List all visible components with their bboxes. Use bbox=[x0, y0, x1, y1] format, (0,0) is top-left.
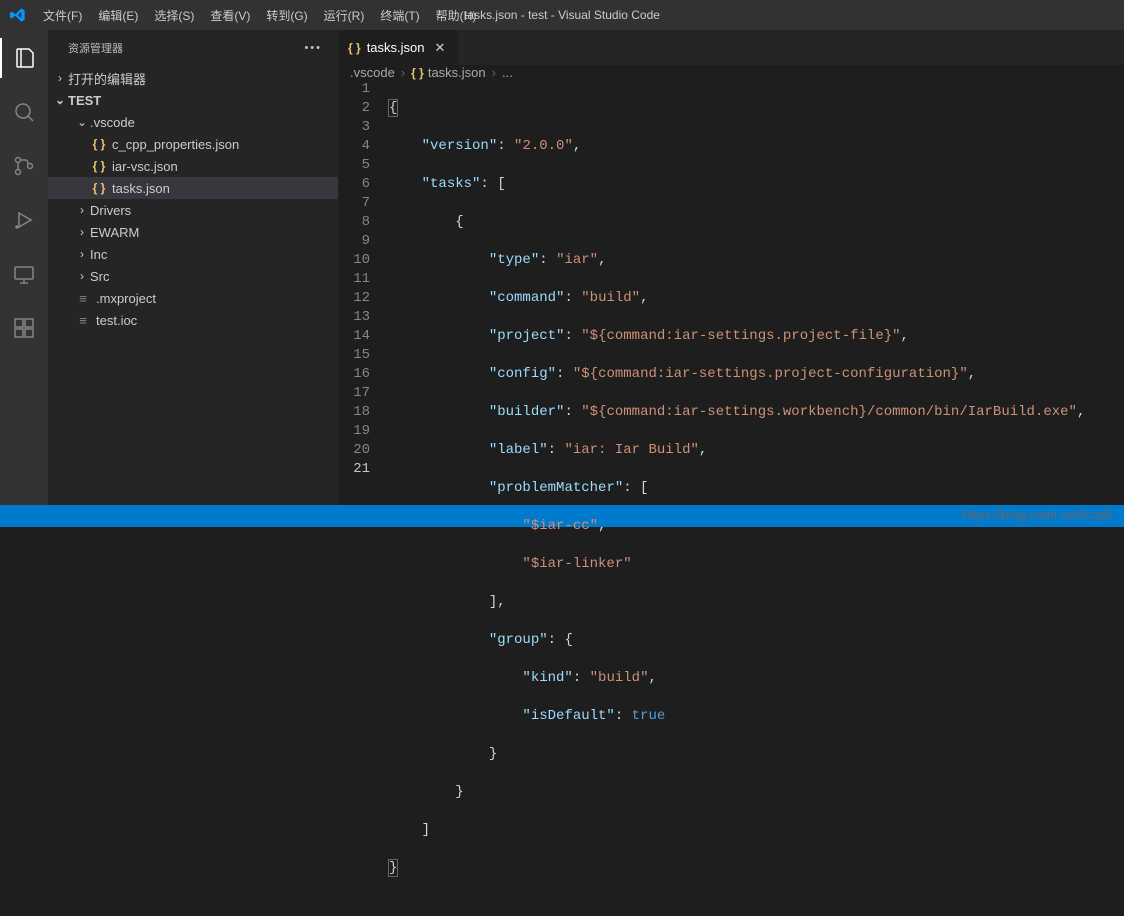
tree-file-iarvsc[interactable]: { } iar-vsc.json bbox=[48, 155, 338, 177]
breadcrumb-item[interactable]: tasks.json bbox=[428, 65, 486, 80]
chevron-right-icon: › bbox=[74, 225, 90, 239]
chevron-down-icon: ⌄ bbox=[74, 115, 90, 129]
tree-folder-src[interactable]: › Src bbox=[48, 265, 338, 287]
breadcrumbs[interactable]: .vscode › { } tasks.json › ... bbox=[338, 65, 1124, 80]
chevron-right-icon: › bbox=[492, 65, 496, 80]
tree-label: iar-vsc.json bbox=[112, 159, 178, 174]
menu-terminal[interactable]: 终端(T) bbox=[372, 3, 427, 28]
menu-run[interactable]: 运行(R) bbox=[316, 3, 373, 28]
file-icon: ≡ bbox=[74, 313, 92, 328]
tree-label: Src bbox=[90, 269, 110, 284]
tab-label: tasks.json bbox=[367, 40, 425, 55]
extensions-icon[interactable] bbox=[0, 308, 48, 348]
source-control-icon[interactable] bbox=[0, 146, 48, 186]
run-debug-icon[interactable] bbox=[0, 200, 48, 240]
tree-file-tasks[interactable]: { } tasks.json bbox=[48, 177, 338, 199]
close-icon[interactable]: ✕ bbox=[432, 40, 448, 56]
tree-label: c_cpp_properties.json bbox=[112, 137, 239, 152]
workspace-label: TEST bbox=[68, 93, 101, 108]
json-icon: { } bbox=[348, 41, 361, 55]
section-open-editors[interactable]: › 打开的编辑器 bbox=[48, 67, 338, 89]
editor-tabs: { } tasks.json ✕ bbox=[338, 30, 1124, 65]
menu-go[interactable]: 转到(G) bbox=[258, 3, 315, 28]
tree-file-ccpp[interactable]: { } c_cpp_properties.json bbox=[48, 133, 338, 155]
tree-folder-vscode[interactable]: ⌄ .vscode bbox=[48, 111, 338, 133]
more-actions-icon[interactable]: ••• bbox=[304, 42, 322, 54]
tree-folder-inc[interactable]: › Inc bbox=[48, 243, 338, 265]
chevron-right-icon: › bbox=[74, 247, 90, 261]
sidebar-title: 资源管理器 bbox=[68, 40, 123, 56]
menu-edit[interactable]: 编辑(E) bbox=[90, 3, 146, 28]
tree-label: .mxproject bbox=[96, 291, 156, 306]
tree-file-mxproject[interactable]: ≡ .mxproject bbox=[48, 287, 338, 309]
search-icon[interactable] bbox=[0, 92, 48, 132]
vscode-logo-icon bbox=[0, 7, 35, 23]
code-editor[interactable]: 123456789101112131415161718192021 { "ver… bbox=[338, 80, 1124, 916]
json-icon: { } bbox=[90, 159, 108, 173]
chevron-right-icon: › bbox=[74, 203, 90, 217]
breadcrumb-item[interactable]: .vscode bbox=[350, 65, 395, 80]
activity-bar bbox=[0, 30, 48, 505]
tree-label: EWARM bbox=[90, 225, 139, 240]
json-icon: { } bbox=[90, 137, 108, 151]
watermark: https://blog.csdn.net/lczdk bbox=[962, 507, 1112, 522]
menu-selection[interactable]: 选择(S) bbox=[146, 3, 202, 28]
line-numbers: 123456789101112131415161718192021 bbox=[338, 80, 388, 916]
tab-tasks-json[interactable]: { } tasks.json ✕ bbox=[338, 30, 458, 65]
tree-file-testioc[interactable]: ≡ test.ioc bbox=[48, 309, 338, 331]
breadcrumb-item[interactable]: ... bbox=[502, 65, 513, 80]
section-workspace[interactable]: ⌄ TEST bbox=[48, 89, 338, 111]
json-icon: { } bbox=[411, 66, 424, 80]
menu-view[interactable]: 查看(V) bbox=[202, 3, 258, 28]
menu-help[interactable]: 帮助(H) bbox=[428, 3, 485, 28]
chevron-down-icon: ⌄ bbox=[52, 93, 68, 107]
editor: { } tasks.json ✕ .vscode › { } tasks.jso… bbox=[338, 30, 1124, 505]
tree-label: Drivers bbox=[90, 203, 131, 218]
tree-folder-ewarm[interactable]: › EWARM bbox=[48, 221, 338, 243]
file-icon: ≡ bbox=[74, 291, 92, 306]
sidebar: 资源管理器 ••• › 打开的编辑器 ⌄ TEST ⌄ .vscode { } … bbox=[48, 30, 338, 505]
tree-label: .vscode bbox=[90, 115, 135, 130]
explorer-icon[interactable] bbox=[0, 38, 48, 78]
titlebar: 文件(F) 编辑(E) 选择(S) 查看(V) 转到(G) 运行(R) 终端(T… bbox=[0, 0, 1124, 30]
code-content[interactable]: { "version": "2.0.0", "tasks": [ { "type… bbox=[388, 80, 1124, 916]
tree-folder-drivers[interactable]: › Drivers bbox=[48, 199, 338, 221]
sidebar-header: 资源管理器 ••• bbox=[48, 30, 338, 65]
chevron-right-icon: › bbox=[52, 71, 68, 85]
chevron-right-icon: › bbox=[401, 65, 405, 80]
tree-label: Inc bbox=[90, 247, 107, 262]
chevron-right-icon: › bbox=[74, 269, 90, 283]
tree-label: tasks.json bbox=[112, 181, 170, 196]
menu-file[interactable]: 文件(F) bbox=[35, 3, 90, 28]
tree-label: test.ioc bbox=[96, 313, 137, 328]
json-icon: { } bbox=[90, 181, 108, 195]
open-editors-label: 打开的编辑器 bbox=[68, 69, 146, 88]
menu-bar: 文件(F) 编辑(E) 选择(S) 查看(V) 转到(G) 运行(R) 终端(T… bbox=[35, 3, 484, 28]
remote-icon[interactable] bbox=[0, 254, 48, 294]
sidebar-tree: › 打开的编辑器 ⌄ TEST ⌄ .vscode { } c_cpp_prop… bbox=[48, 65, 338, 333]
